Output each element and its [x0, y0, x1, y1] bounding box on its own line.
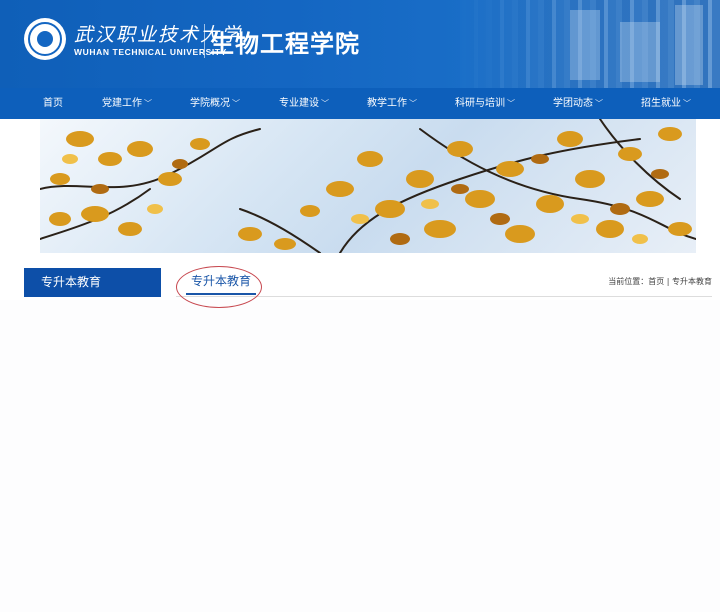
annotation-circle — [176, 266, 262, 308]
nav-item-major-construction[interactable]: 专业建设 ﹀ — [279, 88, 329, 119]
nav-item-label: 招生就业 — [641, 98, 681, 109]
content-area — [0, 300, 720, 612]
chevron-down-icon: ﹀ — [144, 99, 152, 108]
site-header: 武汉职业技术大学 WUHAN TECHNICAL UNIVERSITY 生物工程… — [0, 0, 720, 88]
chevron-down-icon: ﹀ — [595, 99, 603, 108]
college-name: 生物工程学院 — [210, 30, 360, 58]
breadcrumb-separator: | — [664, 277, 672, 286]
sidebar-title: 专升本教育 — [24, 268, 161, 297]
breadcrumb-prefix: 当前位置： — [608, 277, 649, 286]
nav-item-label: 教学工作 — [367, 98, 407, 109]
nav-item-college-overview[interactable]: 学院概况 ﹀ — [190, 88, 240, 119]
chevron-down-icon: ﹀ — [321, 99, 329, 108]
chevron-down-icon: ﹀ — [232, 99, 240, 108]
nav-item-teaching[interactable]: 教学工作 ﹀ — [367, 88, 417, 119]
breadcrumb-current: 专升本教育 — [672, 277, 712, 286]
nav-item-party-building[interactable]: 党建工作 ﹀ — [102, 88, 152, 119]
nav-item-label: 学院概况 — [190, 98, 230, 109]
nav-item-label: 专业建设 — [279, 98, 319, 109]
nav-item-admission-employment[interactable]: 招生就业 ﹀ — [641, 88, 691, 119]
chevron-down-icon: ﹀ — [507, 99, 515, 108]
nav-item-label: 学团动态 — [553, 98, 593, 109]
chevron-down-icon: ﹀ — [683, 99, 691, 108]
chevron-down-icon: ﹀ — [409, 99, 417, 108]
breadcrumb-home-link[interactable]: 首页 — [648, 277, 664, 286]
banner-image — [40, 119, 696, 253]
nav-item-label: 首页 — [43, 98, 63, 109]
campus-photo — [460, 0, 720, 88]
breadcrumb: 当前位置：首页 | 专升本教育 — [608, 276, 712, 287]
university-logo-icon[interactable] — [24, 18, 66, 60]
nav-item-home[interactable]: 首页 — [43, 88, 63, 119]
nav-item-student-news[interactable]: 学团动态 ﹀ — [553, 88, 603, 119]
nav-item-research-training[interactable]: 科研与培训 ﹀ — [455, 88, 515, 119]
nav-item-label: 党建工作 — [102, 98, 142, 109]
ginkgo-leaves-image — [40, 119, 696, 253]
main-nav: 首页 党建工作 ﹀ 学院概况 ﹀ 专业建设 ﹀ 教学工作 ﹀ 科研与培训 ﹀ 学团动态 ﹀ … — [0, 88, 720, 119]
logo-divider — [204, 24, 205, 58]
nav-item-label: 科研与培训 — [455, 98, 505, 109]
